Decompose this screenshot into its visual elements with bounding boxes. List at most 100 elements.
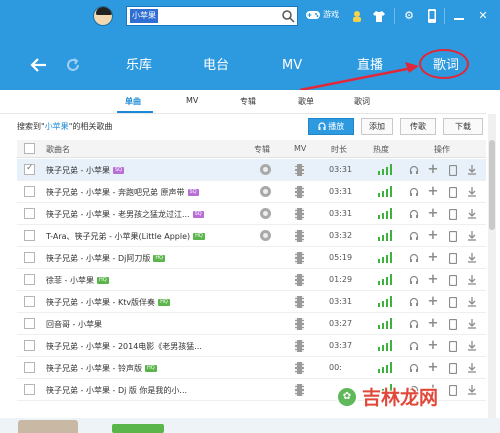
table-row[interactable]: 筷子兄弟 - 小苹果 - Ktv版伴奏 HQ 03:31 + xyxy=(17,291,486,313)
add-icon[interactable]: + xyxy=(427,295,439,309)
download-icon[interactable] xyxy=(466,383,478,397)
row-checkbox[interactable] xyxy=(24,208,35,219)
song-title[interactable]: 筷子兄弟 - 小苹果 - 铃声版 HQ xyxy=(46,363,157,374)
table-row[interactable]: 筷子兄弟 - 小苹果 - Dj阿刀版 HQ 05:19 + xyxy=(17,247,486,269)
album-disc-icon[interactable] xyxy=(260,208,271,219)
row-checkbox[interactable] xyxy=(24,384,35,395)
game-link[interactable]: 游戏 xyxy=(305,9,339,20)
download-icon[interactable] xyxy=(466,229,478,243)
back-arrow-icon[interactable] xyxy=(30,56,48,74)
select-all-checkbox[interactable] xyxy=(24,143,35,154)
download-icon[interactable] xyxy=(466,317,478,331)
download-icon[interactable] xyxy=(466,185,478,199)
song-title[interactable]: 筷子兄弟 - 小苹果 - 2014电影《老男孩猛... xyxy=(46,341,202,352)
phone-icon[interactable] xyxy=(424,8,440,24)
song-title[interactable]: 筷子兄弟 - 小苹果 - 老男孩之猛龙过江... SQ xyxy=(46,209,204,220)
avatar[interactable] xyxy=(93,6,113,26)
album-disc-icon[interactable] xyxy=(260,186,271,197)
phone-icon[interactable] xyxy=(447,273,459,287)
table-row[interactable]: T-Ara、筷子兄弟 - 小苹果(Little Apple) HQ 03:32 + xyxy=(17,225,486,247)
song-title[interactable]: T-Ara、筷子兄弟 - 小苹果(Little Apple) HQ xyxy=(46,231,205,242)
mv-film-icon[interactable] xyxy=(295,384,304,396)
phone-icon[interactable] xyxy=(447,361,459,375)
song-title[interactable]: 筷子兄弟 - 小苹果 - 奔跑吧兄弟 原声带 SQ xyxy=(46,187,199,198)
album-art-thumbnail[interactable] xyxy=(18,420,78,433)
mv-film-icon[interactable] xyxy=(295,340,304,352)
phone-icon[interactable] xyxy=(447,295,459,309)
shirt-icon[interactable] xyxy=(371,8,387,24)
download-icon[interactable] xyxy=(466,361,478,375)
row-checkbox[interactable] xyxy=(24,296,35,307)
column-name[interactable]: 歌曲名 xyxy=(46,144,70,155)
headphones-icon[interactable] xyxy=(408,361,420,375)
nav-live[interactable]: 直播 xyxy=(357,58,383,74)
phone-icon[interactable] xyxy=(447,339,459,353)
add-button[interactable]: 添加 xyxy=(361,118,393,135)
nav-music-library[interactable]: 乐库 xyxy=(126,58,152,74)
minimize-icon[interactable] xyxy=(451,8,467,24)
download-icon[interactable] xyxy=(466,273,478,287)
album-disc-icon[interactable] xyxy=(260,164,271,175)
table-row[interactable]: 筷子兄弟 - 小苹果 - 老男孩之猛龙过江... SQ 03:31 + xyxy=(17,203,486,225)
tab-albums[interactable]: 专辑 xyxy=(240,96,256,107)
add-icon[interactable]: + xyxy=(427,207,439,221)
row-checkbox[interactable] xyxy=(24,230,35,241)
download-icon[interactable] xyxy=(466,295,478,309)
mv-film-icon[interactable] xyxy=(295,230,304,242)
song-title[interactable]: 筷子兄弟 - 小苹果 - Dj 版 你是我的小... xyxy=(46,385,187,396)
tab-lyrics[interactable]: 歌词 xyxy=(354,96,370,107)
add-icon[interactable]: + xyxy=(427,361,439,375)
table-row[interactable]: 徐菲 - 小苹果 HQ 01:29 + xyxy=(17,269,486,291)
table-row[interactable]: 筷子兄弟 - 小苹果 - 铃声版 HQ 00: + xyxy=(17,357,486,379)
table-row[interactable]: 筷子兄弟 - 小苹果 - 2014电影《老男孩猛... 03:37 + xyxy=(17,335,486,357)
mv-film-icon[interactable] xyxy=(295,362,304,374)
download-icon[interactable] xyxy=(466,339,478,353)
song-title[interactable]: 筷子兄弟 - 小苹果 SQ xyxy=(46,165,125,176)
nav-mv[interactable]: MV xyxy=(282,58,302,74)
phone-icon[interactable] xyxy=(447,317,459,331)
song-title[interactable]: 筷子兄弟 - 小苹果 - Ktv版伴奏 HQ xyxy=(46,297,170,308)
mv-film-icon[interactable] xyxy=(295,208,304,220)
headphones-icon[interactable] xyxy=(408,295,420,309)
search-icon[interactable] xyxy=(281,9,295,23)
phone-icon[interactable] xyxy=(447,185,459,199)
headphones-icon[interactable] xyxy=(408,317,420,331)
gear-icon[interactable]: ⚙ xyxy=(401,8,417,24)
search-box[interactable]: 小苹果 xyxy=(126,6,298,26)
close-icon[interactable]: ✕ xyxy=(475,8,491,24)
download-icon[interactable] xyxy=(466,163,478,177)
add-icon[interactable]: + xyxy=(427,163,439,177)
send-song-button[interactable]: 传歌 xyxy=(400,118,436,135)
row-checkbox[interactable] xyxy=(24,318,35,329)
column-mv[interactable]: MV xyxy=(294,144,306,153)
mv-film-icon[interactable] xyxy=(295,296,304,308)
refresh-icon[interactable] xyxy=(64,56,82,74)
table-row[interactable]: 筷子兄弟 - 小苹果 - 奔跑吧兄弟 原声带 SQ 03:31 + xyxy=(17,181,486,203)
table-row[interactable]: 筷子兄弟 - 小苹果SQ 03:31 + xyxy=(17,159,486,181)
tab-mv[interactable]: MV xyxy=(186,96,198,105)
add-icon[interactable]: + xyxy=(427,339,439,353)
tab-songs[interactable]: 单曲 xyxy=(125,96,141,107)
scrollbar-thumb[interactable] xyxy=(489,140,495,230)
mv-film-icon[interactable] xyxy=(295,164,304,176)
add-icon[interactable]: + xyxy=(427,317,439,331)
search-input[interactable]: 小苹果 xyxy=(130,9,158,23)
row-checkbox[interactable] xyxy=(24,252,35,263)
mv-film-icon[interactable] xyxy=(295,186,304,198)
mv-film-icon[interactable] xyxy=(295,318,304,330)
add-icon[interactable]: + xyxy=(427,229,439,243)
row-checkbox[interactable] xyxy=(24,340,35,351)
column-duration[interactable]: 时长 xyxy=(331,144,347,155)
row-checkbox[interactable] xyxy=(24,186,35,197)
row-checkbox[interactable] xyxy=(24,362,35,373)
phone-icon[interactable] xyxy=(447,251,459,265)
download-icon[interactable] xyxy=(466,251,478,265)
row-checkbox[interactable] xyxy=(24,163,35,175)
song-title[interactable]: 筷子兄弟 - 小苹果 - Dj阿刀版 HQ xyxy=(46,253,166,264)
nav-radio[interactable]: 电台 xyxy=(203,58,229,74)
phone-icon[interactable] xyxy=(447,229,459,243)
album-disc-icon[interactable] xyxy=(260,230,271,241)
headphones-icon[interactable] xyxy=(408,273,420,287)
headphones-icon[interactable] xyxy=(408,251,420,265)
add-icon[interactable]: + xyxy=(427,251,439,265)
